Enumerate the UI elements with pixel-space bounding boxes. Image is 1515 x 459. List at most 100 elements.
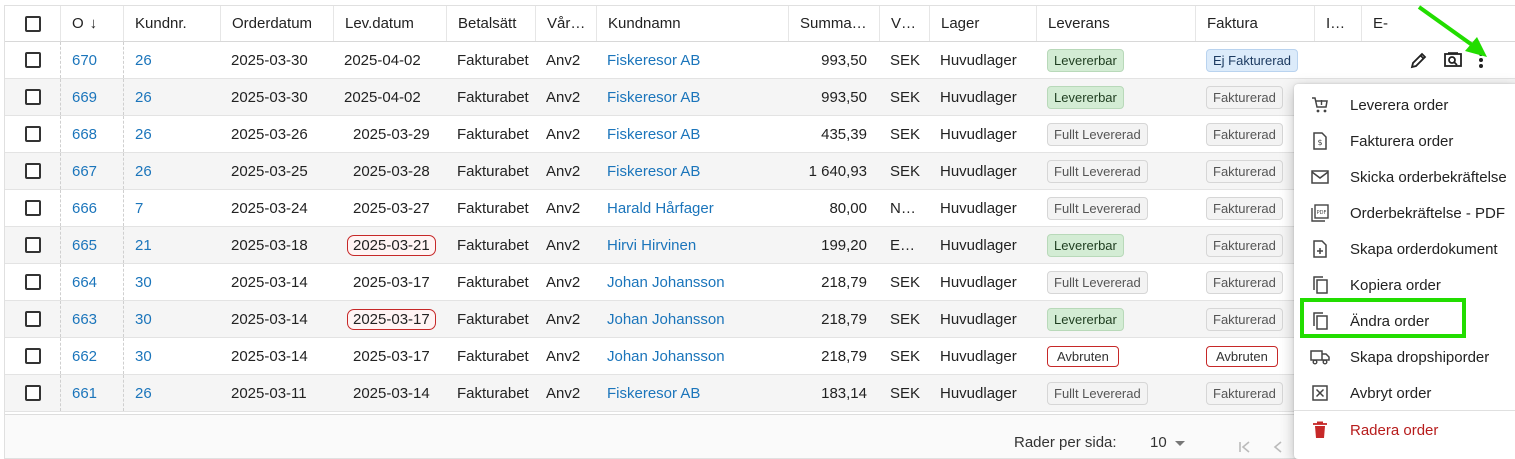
customer-number-link[interactable]: 26	[135, 89, 152, 106]
order-date: 2025-03-18	[231, 236, 308, 254]
row-checkbox[interactable]	[24, 89, 41, 105]
order-date: 2025-03-30	[231, 88, 308, 106]
delivery-status-badge: Fullt Levererad	[1047, 122, 1148, 146]
order-number-link[interactable]: 661	[72, 385, 97, 402]
col-header-our-reference[interactable]: Vår…	[535, 6, 596, 41]
customer-name-link[interactable]: Fiskeresor AB	[607, 89, 700, 106]
row-select-cell	[5, 116, 60, 152]
customer-name-link[interactable]: Johan Johansson	[607, 348, 725, 365]
customer-number-link-cell: 7	[123, 190, 220, 226]
our-reference: Anv2	[546, 236, 581, 254]
order-date-cell: 2025-03-14	[220, 301, 333, 337]
row-checkbox[interactable]	[24, 126, 41, 142]
menu-item-skicka-orderbekräftelse[interactable]: Skicka orderbekräftelse	[1294, 159, 1515, 195]
customer-number-link[interactable]: 26	[135, 52, 152, 69]
order-sum: 1 640,93	[808, 162, 867, 180]
customer-number-link[interactable]: 7	[135, 200, 143, 217]
order-number-link[interactable]: 664	[72, 274, 97, 291]
order-number-link[interactable]: 670	[72, 52, 97, 69]
customer-name-link[interactable]: Harald Hårfager	[607, 200, 714, 217]
row-checkbox[interactable]	[24, 311, 41, 327]
trash-icon	[1310, 420, 1330, 440]
row-checkbox[interactable]	[24, 348, 41, 364]
col-header-order-date[interactable]: Orderdatum	[220, 6, 333, 41]
col-header-e[interactable]: E-	[1361, 6, 1401, 41]
customer-name-link[interactable]: Hirvi Hirvinen	[607, 237, 696, 254]
col-header-payment-method[interactable]: Betalsätt	[446, 6, 535, 41]
invoice-icon-glyph: $	[1313, 132, 1327, 150]
col-header-i[interactable]: I…	[1314, 6, 1361, 41]
order-number-link[interactable]: 668	[72, 126, 97, 143]
customer-name-link-cell: Johan Johansson	[596, 301, 788, 337]
warehouse: Huvudlager	[940, 236, 1017, 254]
row-checkbox[interactable]	[24, 385, 41, 401]
customer-number-link[interactable]: 30	[135, 311, 152, 328]
col-header-currency[interactable]: V…	[879, 6, 929, 41]
warehouse: Huvudlager	[940, 273, 1017, 291]
payment-method-cell: Fakturabet	[446, 264, 535, 300]
menu-item-skapa-orderdokument[interactable]: Skapa orderdokument	[1294, 231, 1515, 267]
menu-item-radera-order[interactable]: Radera order	[1294, 412, 1515, 448]
customer-number-link[interactable]: 26	[135, 385, 152, 402]
row-checkbox[interactable]	[24, 163, 41, 179]
menu-item-label: Avbryt order	[1350, 384, 1432, 402]
row-checkbox[interactable]	[24, 200, 41, 216]
invoice-status-badge-cell: Ej Fakturerad	[1195, 42, 1314, 78]
col-header-customer-name[interactable]: Kundnamn	[596, 6, 788, 41]
col-header-order-number[interactable]: O ↓	[60, 6, 123, 41]
order-sum: 435,39	[821, 125, 867, 143]
order-number-link[interactable]: 669	[72, 89, 97, 106]
row-checkbox[interactable]	[24, 52, 41, 68]
order-number-link[interactable]: 667	[72, 163, 97, 180]
row-checkbox[interactable]	[24, 237, 41, 253]
menu-item-avbryt-order[interactable]: Avbryt order	[1294, 375, 1515, 411]
currency: E…	[890, 236, 916, 254]
customer-name-link[interactable]: Fiskeresor AB	[607, 126, 700, 143]
rows-per-page-label: Rader per sida:	[1014, 434, 1117, 451]
col-header-customer-number[interactable]: Kundnr.	[123, 6, 220, 41]
customer-name-link[interactable]: Fiskeresor AB	[607, 385, 700, 402]
table-row: 670 26 2025-03-30 2025-04-02 Fakturabet Anv2 F…	[5, 42, 1515, 79]
customer-number-link[interactable]: 26	[135, 163, 152, 180]
order-number-link[interactable]: 666	[72, 200, 97, 217]
order-number-link[interactable]: 662	[72, 348, 97, 365]
menu-item-fakturera-order[interactable]: $ Fakturera order	[1294, 123, 1515, 159]
payment-method-cell: Fakturabet	[446, 375, 535, 411]
customer-name-link[interactable]: Johan Johansson	[607, 311, 725, 328]
warehouse: Huvudlager	[940, 199, 1017, 217]
rows-per-page-select[interactable]: 10	[1150, 434, 1185, 451]
col-header-invoice-status[interactable]: Faktura	[1195, 6, 1314, 41]
select-all-checkbox[interactable]	[24, 15, 41, 32]
customer-name-link[interactable]: Johan Johansson	[607, 274, 725, 291]
sum-cell: 80,00	[788, 190, 879, 226]
customer-number-link[interactable]: 30	[135, 348, 152, 365]
order-number-link[interactable]: 663	[72, 311, 97, 328]
menu-item-leverera-order[interactable]: Leverera order	[1294, 87, 1515, 123]
menu-item-orderbekräftelse-pdf[interactable]: PDF Orderbekräftelse - PDF	[1294, 195, 1515, 231]
customer-number-link[interactable]: 21	[135, 237, 152, 254]
col-header-delivery-date[interactable]: Lev.datum	[333, 6, 446, 41]
col-header-label: E-	[1373, 15, 1388, 32]
first-page-icon[interactable]	[1238, 440, 1252, 454]
delivery-date-cell: 2025-04-02	[333, 42, 446, 78]
sort-arrow-down-icon[interactable]: ↓	[90, 15, 98, 32]
col-header-warehouse[interactable]: Lager	[929, 6, 1036, 41]
col-header-label: Betalsätt	[458, 15, 517, 32]
order-date-cell: 2025-03-30	[220, 79, 333, 115]
currency-cell: N…	[879, 190, 929, 226]
customer-name-link[interactable]: Fiskeresor AB	[607, 163, 700, 180]
customer-number-link[interactable]: 26	[135, 126, 152, 143]
order-number-link-cell: 666	[60, 190, 123, 226]
sum-cell: 183,14	[788, 375, 879, 411]
previous-page-icon[interactable]	[1273, 440, 1283, 454]
col-header-delivery-status[interactable]: Leverans	[1036, 6, 1195, 41]
order-number-link[interactable]: 665	[72, 237, 97, 254]
row-checkbox[interactable]	[24, 274, 41, 290]
customer-name-link-cell: Fiskeresor AB	[596, 116, 788, 152]
delivery-status-badge-cell: Levererbar	[1036, 227, 1195, 263]
col-header-sum[interactable]: Summa…	[788, 6, 879, 41]
menu-item-skapa-dropshiporder[interactable]: Skapa dropshiporder	[1294, 339, 1515, 375]
customer-number-link[interactable]: 30	[135, 274, 152, 291]
table-row: 669 26 2025-03-30 2025-04-02 Fakturabet Anv2 F…	[5, 79, 1515, 116]
customer-name-link[interactable]: Fiskeresor AB	[607, 52, 700, 69]
